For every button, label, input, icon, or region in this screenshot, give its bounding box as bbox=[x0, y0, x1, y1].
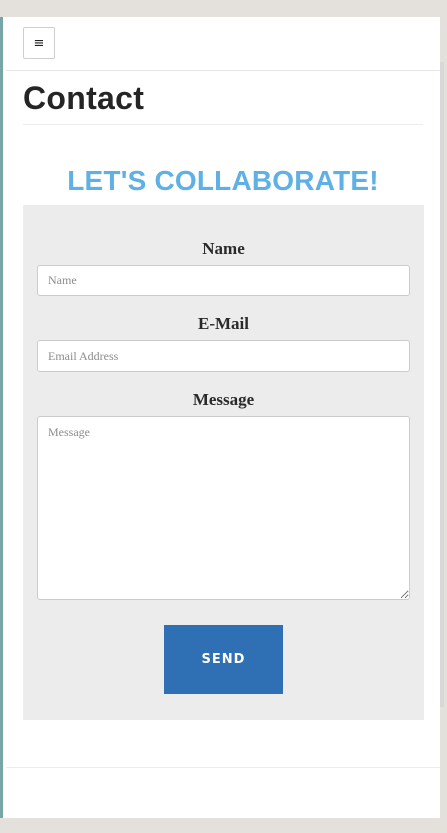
send-button[interactable]: SEND bbox=[164, 625, 283, 694]
email-label: E-Mail bbox=[198, 314, 249, 333]
page-title: Contact bbox=[23, 80, 145, 116]
name-input[interactable] bbox=[37, 265, 410, 296]
title-divider bbox=[23, 124, 423, 125]
browser-viewport: ≡ Contact LET'S COLLABORATE! Name E-Mail… bbox=[0, 17, 444, 818]
footer-divider bbox=[6, 767, 440, 768]
contact-form: Name E-Mail Message SEND bbox=[23, 205, 424, 720]
top-navbar: ≡ bbox=[6, 17, 440, 71]
hamburger-menu-icon: ≡ bbox=[33, 35, 45, 51]
scrollbar[interactable] bbox=[440, 62, 444, 707]
message-textarea[interactable] bbox=[37, 416, 410, 600]
name-label: Name bbox=[202, 239, 245, 258]
message-label: Message bbox=[192, 390, 255, 409]
email-input[interactable] bbox=[37, 340, 410, 372]
collaborate-heading: LET'S COLLABORATE! bbox=[67, 165, 379, 196]
menu-toggle-button[interactable]: ≡ bbox=[23, 27, 55, 59]
